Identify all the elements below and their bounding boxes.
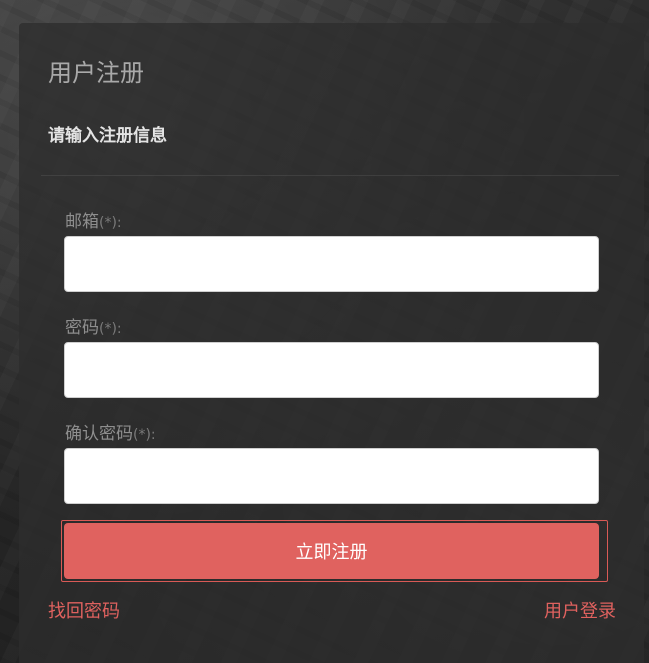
register-panel: 用户注册 请输入注册信息 邮箱(*): 密码(*): 确认密码(*): 立即注册… — [19, 23, 644, 663]
form-subtitle: 请输入注册信息 — [48, 126, 167, 146]
page-title: 用户注册 — [48, 59, 144, 87]
submit-focus-ring: 立即注册 — [61, 520, 608, 582]
divider — [41, 175, 619, 176]
forgot-password-link[interactable]: 找回密码 — [48, 597, 120, 623]
required-mark: (*): — [133, 427, 156, 443]
confirm-password-label: 确认密码(*): — [65, 419, 156, 444]
password-label-text: 密码 — [65, 318, 99, 338]
password-field[interactable] — [64, 342, 599, 398]
confirm-password-label-text: 确认密码 — [65, 424, 133, 444]
password-label: 密码(*): — [65, 313, 122, 338]
required-mark: (*): — [99, 321, 122, 337]
register-button[interactable]: 立即注册 — [64, 523, 599, 579]
login-link[interactable]: 用户登录 — [544, 597, 616, 623]
email-field[interactable] — [64, 236, 599, 292]
required-mark: (*): — [99, 215, 122, 231]
email-label-text: 邮箱 — [65, 212, 99, 232]
confirm-password-field[interactable] — [64, 448, 599, 504]
email-label: 邮箱(*): — [65, 207, 122, 232]
